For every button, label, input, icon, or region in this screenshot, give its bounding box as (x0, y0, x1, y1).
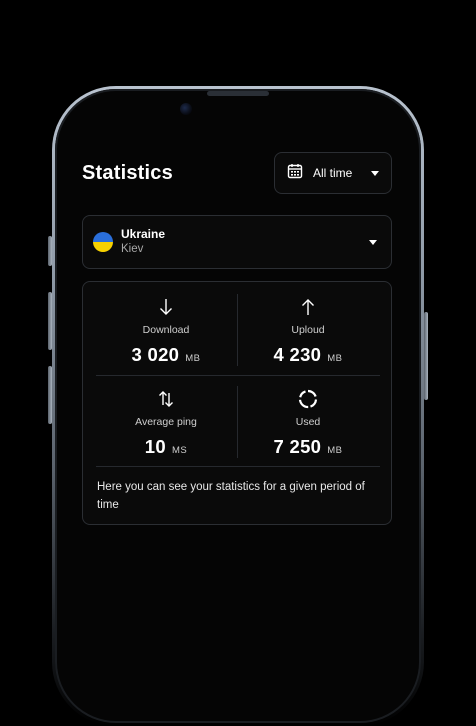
stat-upload: Uploud 4 230 MB (238, 292, 378, 372)
stats-description: Here you can see your statistics for a g… (97, 481, 365, 511)
divider (96, 375, 380, 376)
calendar-icon (287, 163, 303, 184)
chevron-down-icon (369, 239, 377, 245)
page-title: Statistics (82, 162, 173, 184)
stat-value: 10 (144, 436, 166, 457)
arrow-up-icon (300, 296, 316, 318)
stat-value: 7 250 (273, 436, 322, 457)
location-country: Ukraine (121, 227, 166, 242)
stat-unit: MB (327, 353, 343, 364)
stats-card: Download 3 020 MB Uploud 4 230 MB Averag… (82, 281, 392, 525)
arrow-down-icon (158, 296, 174, 318)
stat-unit: MS (171, 445, 188, 456)
side-button (48, 366, 52, 424)
stat-label: Used (295, 416, 321, 428)
location-city: Kiev (121, 243, 144, 256)
stat-label: Download (142, 324, 190, 336)
stat-average-ping: Average ping 10 MS (96, 384, 236, 464)
stat-label: Average ping (135, 416, 197, 428)
period-dropdown[interactable]: All time (274, 152, 392, 194)
circular-progress-icon (298, 388, 318, 410)
side-button (424, 312, 428, 400)
period-label: All time (313, 166, 353, 180)
stat-value: 4 230 (273, 344, 322, 365)
divider (96, 466, 380, 467)
chevron-down-icon (371, 170, 379, 176)
stat-used: Used 7 250 MB (238, 384, 378, 464)
side-button (48, 236, 52, 266)
front-camera (180, 103, 192, 115)
swap-arrows-icon (157, 388, 175, 410)
speaker-grille (207, 91, 269, 96)
ukraine-flag-icon (93, 232, 113, 252)
stat-unit: MB (185, 353, 201, 364)
stat-unit: MB (327, 445, 343, 456)
side-button (48, 292, 52, 350)
location-dropdown[interactable]: Ukraine Kiev (82, 215, 392, 269)
stat-value: 3 020 (131, 344, 180, 365)
stat-label: Uploud (291, 324, 325, 336)
stat-download: Download 3 020 MB (96, 292, 236, 372)
